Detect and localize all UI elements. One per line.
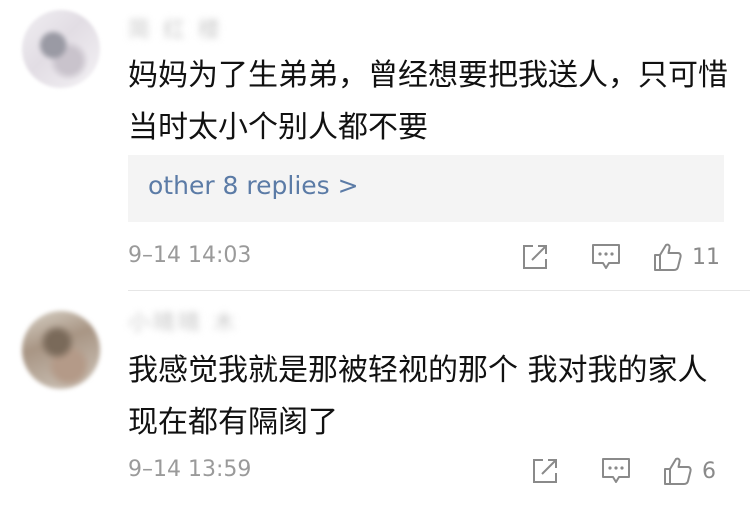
comment-item: 小晴晴 木 我感觉我就是那被轻视的那个 我对我的家人现在都有隔阂了 9–14 1… [0,291,750,507]
share-button[interactable] [520,240,550,274]
like-count: 11 [692,244,720,270]
comment-actions: 11 [520,240,730,274]
share-icon [533,459,557,483]
comment-text: 妈妈为了生弟弟，曾经想要把我送人，只可惜当时太小个别人都不要 [128,58,728,145]
comment-button[interactable] [590,240,622,274]
like-button[interactable]: 11 [652,240,720,274]
comment-icon [602,458,630,483]
comment-icon [592,244,620,269]
comment-button[interactable] [600,454,632,488]
avatar[interactable] [22,10,100,88]
comment-timestamp: 9–14 14:03 [128,243,252,268]
like-button[interactable]: 6 [662,454,716,488]
thumbs-up-icon [654,243,682,271]
share-button[interactable] [530,454,560,488]
share-icon [523,245,547,269]
comment-text: 我感觉我就是那被轻视的那个 我对我的家人现在都有隔阂了 [128,353,708,440]
replies-box[interactable]: other 8 replies > [128,155,724,222]
thumbs-up-icon [664,457,692,485]
username[interactable]: 小晴晴 木 [128,305,238,336]
avatar[interactable] [22,311,100,389]
comment-item: 简 红 楼 妈妈为了生弟弟，曾经想要把我送人，只可惜当时太小个别人都不要 oth… [0,0,750,290]
username[interactable]: 简 红 楼 [128,12,223,43]
like-count: 6 [702,458,716,484]
view-replies-link[interactable]: other 8 replies > [148,171,359,200]
comment-actions: 6 [530,454,730,488]
comment-timestamp: 9–14 13:59 [128,457,252,482]
